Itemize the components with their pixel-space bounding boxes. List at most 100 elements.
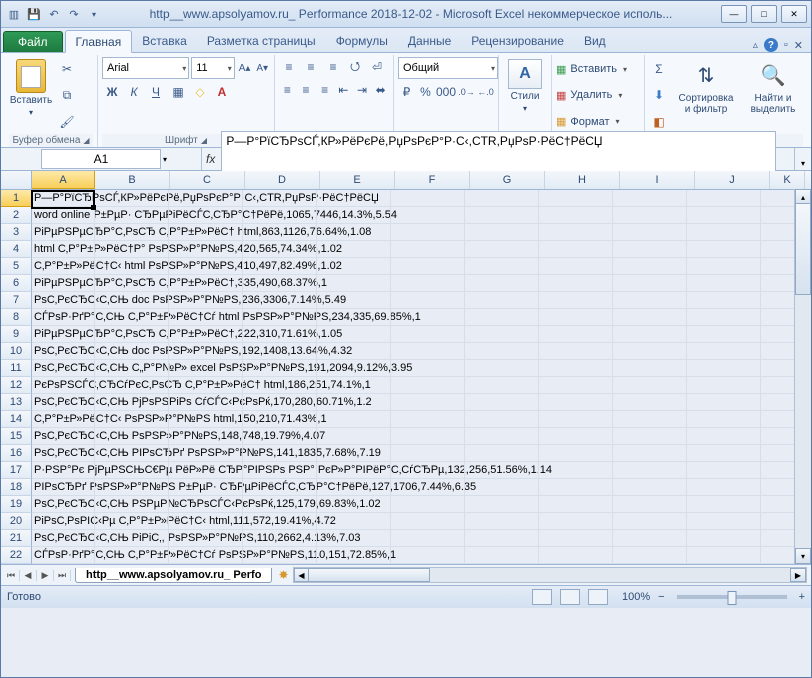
col-header-C[interactable]: C — [170, 171, 245, 189]
row-content[interactable]: РіРµРЅРµСЂР°С‚РѕСЂ С‚Р°Р±Р»РёС†,222,310,… — [32, 326, 811, 343]
row-header[interactable]: 4 — [1, 241, 32, 258]
bold-icon[interactable]: Ж — [102, 82, 122, 102]
format-cells-button[interactable]: ▦Формат — [556, 112, 640, 132]
row-header[interactable]: 10 — [1, 343, 32, 360]
paste-button[interactable]: Вставить ▾ — [9, 57, 53, 134]
undo-icon[interactable]: ↶ — [45, 5, 63, 23]
row-content[interactable]: РѕС‚РєСЂС‹С‚СЊ С„Р°Р№Р» excel РѕРЅР»Р°Р№… — [32, 360, 811, 377]
row-header[interactable]: 2 — [1, 207, 32, 224]
find-select-button[interactable]: 🔍 Найти и выделить — [743, 57, 803, 134]
sheet-tab[interactable]: http__www.apsolyamov.ru_ Perfo — [75, 568, 272, 583]
row-content[interactable]: Р·РЅР°Рє РјРµРЅСЊС€Рµ РёР»Рё СЂР°РІРЅРѕ … — [32, 462, 811, 479]
font-name-combo[interactable]: Arial — [102, 57, 189, 79]
col-header-A[interactable]: A — [32, 171, 95, 189]
row-header[interactable]: 3 — [1, 224, 32, 241]
row-header[interactable]: 12 — [1, 377, 32, 394]
zoom-level[interactable]: 100% — [622, 591, 650, 603]
row-content[interactable]: word online Р±РµР· СЂРµРіРёСЃС‚СЂР°С†РёР… — [32, 207, 811, 224]
tab-5[interactable]: Рецензирование — [461, 30, 574, 52]
delete-cells-button[interactable]: ▦Удалить — [556, 85, 640, 105]
align-right-icon[interactable]: ≡ — [316, 80, 333, 100]
autosum-icon[interactable]: Σ — [649, 59, 669, 79]
row-header[interactable]: 16 — [1, 445, 32, 462]
window-restore-icon[interactable]: ▫ — [784, 39, 788, 51]
wrap-text-icon[interactable]: ⏎ — [367, 57, 387, 77]
grow-font-icon[interactable]: A▴ — [237, 58, 253, 78]
comma-icon[interactable]: 000 — [436, 82, 456, 102]
italic-icon[interactable]: К — [124, 82, 144, 102]
new-sheet-icon[interactable]: ✸ — [278, 568, 288, 582]
align-bottom-icon[interactable]: ≡ — [323, 57, 343, 77]
formula-bar-expand[interactable]: ▾ — [794, 148, 811, 170]
zoom-out-icon[interactable]: − — [658, 591, 664, 603]
row-header[interactable]: 1 — [1, 190, 32, 207]
view-layout-icon[interactable] — [560, 589, 580, 605]
scroll-down-icon[interactable]: ▾ — [795, 548, 811, 564]
insert-cells-button[interactable]: ▦Вставить — [556, 59, 640, 79]
row-content[interactable]: РіРµРЅРµСЂР°С‚РѕСЂ С‚Р°Р±Р»РёС† html,863… — [32, 224, 811, 241]
tab-1[interactable]: Вставка — [132, 30, 197, 52]
qat-more-icon[interactable]: ▾ — [85, 5, 103, 23]
window-close-icon[interactable]: ✕ — [794, 39, 803, 52]
row-header[interactable]: 5 — [1, 258, 32, 275]
col-header-I[interactable]: I — [620, 171, 695, 189]
align-center-icon[interactable]: ≡ — [298, 80, 315, 100]
view-normal-icon[interactable] — [532, 589, 552, 605]
styles-button[interactable]: Стили ▾ — [503, 57, 547, 134]
row-header[interactable]: 21 — [1, 530, 32, 547]
tab-6[interactable]: Вид — [574, 30, 616, 52]
currency-icon[interactable]: ₽ — [398, 82, 415, 102]
fill-color-icon[interactable]: ◇ — [190, 82, 210, 102]
ribbon-minimize-icon[interactable]: ▵ — [753, 40, 758, 51]
font-color-icon[interactable]: A — [212, 82, 232, 102]
close-button[interactable]: ✕ — [781, 5, 807, 23]
orientation-icon[interactable]: ⭯ — [345, 57, 365, 77]
align-left-icon[interactable]: ≡ — [279, 80, 296, 100]
zoom-in-icon[interactable]: + — [799, 591, 805, 603]
row-header[interactable]: 8 — [1, 309, 32, 326]
sheet-nav-prev-icon[interactable]: ◀ — [20, 570, 37, 581]
zoom-slider[interactable] — [677, 595, 787, 599]
row-header[interactable]: 19 — [1, 496, 32, 513]
row-content[interactable]: С‚Р°Р±Р»РёС†С‹ html РѕРЅР»Р°Р№РЅ,410,497… — [32, 258, 811, 275]
row-content[interactable]: РіРµРЅРµСЂР°С‚РѕСЂ С‚Р°Р±Р»РёС†,335,490,… — [32, 275, 811, 292]
sheet-nav-first-icon[interactable]: ⏮ — [3, 570, 20, 581]
increase-decimal-icon[interactable]: .0→ — [458, 82, 475, 102]
scroll-right-icon[interactable]: ▶ — [790, 568, 806, 582]
row-header[interactable]: 18 — [1, 479, 32, 496]
help-icon[interactable]: ? — [764, 38, 778, 52]
row-header[interactable]: 6 — [1, 275, 32, 292]
percent-icon[interactable]: % — [417, 82, 434, 102]
format-painter-icon[interactable]: 🖌 — [57, 112, 77, 132]
row-content[interactable]: РѕС‚РєСЂС‹С‚СЊ РіРіС‚, РѕРЅР»Р°Р№РЅ,110,… — [32, 530, 811, 547]
col-header-F[interactable]: F — [395, 171, 470, 189]
sort-filter-button[interactable]: ⇅ Сортировка и фильтр — [673, 57, 739, 134]
decrease-indent-icon[interactable]: ⇤ — [335, 80, 352, 100]
row-header[interactable]: 13 — [1, 394, 32, 411]
row-content[interactable]: РѕС‚РєСЂС‹С‚СЊ doc РѕРЅР»Р°Р№РЅ,236,3306… — [32, 292, 811, 309]
cut-icon[interactable]: ✂ — [57, 59, 77, 79]
shrink-font-icon[interactable]: A▾ — [254, 58, 270, 78]
col-header-J[interactable]: J — [695, 171, 770, 189]
row-content[interactable]: РѕС‚РєСЂС‹С‚СЊ РѕРЅР»Р°Р№РЅ,148,748,19.7… — [32, 428, 811, 445]
save-icon[interactable]: 💾 — [25, 5, 43, 23]
column-headers[interactable]: ABCDEFGHIJK — [1, 171, 811, 190]
copy-icon[interactable]: ⧉ — [57, 85, 77, 105]
underline-icon[interactable]: Ч — [146, 82, 166, 102]
maximize-button[interactable]: □ — [751, 5, 777, 23]
row-content[interactable]: С‚Р°Р±Р»РёС†С‹ РѕРЅР»Р°Р№РЅ html,150,210… — [32, 411, 811, 428]
name-box[interactable] — [41, 149, 161, 169]
horizontal-scrollbar[interactable]: ◀ ▶ — [293, 567, 808, 583]
row-content[interactable]: СЃРѕР·РґР°С‚СЊ С‚Р°Р±Р»РёС†Сѓ html РѕРЅР… — [32, 309, 811, 326]
clear-icon[interactable]: ◧ — [649, 112, 669, 132]
col-header-G[interactable]: G — [470, 171, 545, 189]
row-header[interactable]: 17 — [1, 462, 32, 479]
redo-icon[interactable]: ↷ — [65, 5, 83, 23]
fill-icon[interactable]: ⬇ — [649, 85, 669, 105]
row-content[interactable]: СЃРѕР·РґР°С‚СЊ С‚Р°Р±Р»РёС†Сѓ РѕРЅР»Р°Р№… — [32, 547, 811, 564]
tab-3[interactable]: Формулы — [326, 30, 398, 52]
row-content[interactable]: РІРѕСЂРґ РѕРЅР»Р°Р№РЅ Р±РµР· СЂРµРіРёСЃС… — [32, 479, 811, 496]
row-content[interactable]: РѕС‚РєСЂС‹С‚СЊ doc РѕРЅР»Р°Р№РЅ,192,1408… — [32, 343, 811, 360]
row-header[interactable]: 15 — [1, 428, 32, 445]
view-pagebreak-icon[interactable] — [588, 589, 608, 605]
